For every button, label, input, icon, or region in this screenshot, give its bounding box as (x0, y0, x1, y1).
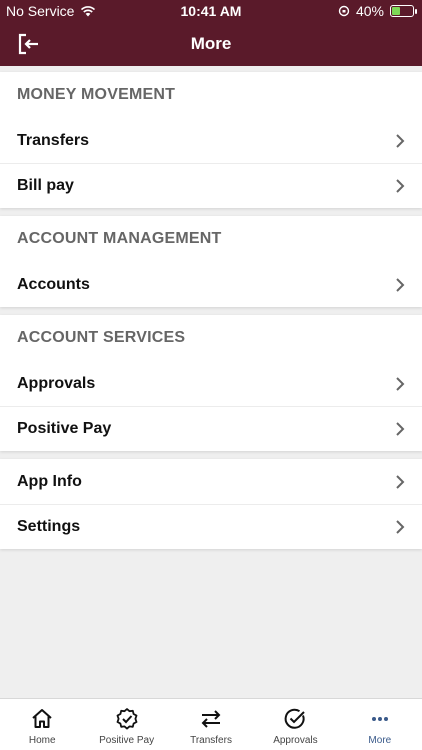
menu-item-positive-pay[interactable]: Positive Pay (0, 406, 422, 451)
tab-more[interactable]: More (338, 699, 422, 750)
menu-item-transfers[interactable]: Transfers (0, 118, 422, 163)
chevron-right-icon (396, 422, 405, 436)
section-app: App Info Settings (0, 459, 422, 549)
section-money-movement: MONEY MOVEMENT Transfers Bill pay (0, 72, 422, 208)
menu-item-label: App Info (17, 472, 82, 490)
menu-item-app-info[interactable]: App Info (0, 459, 422, 504)
chevron-right-icon (396, 376, 405, 391)
section-header: ACCOUNT MANAGEMENT (17, 230, 222, 247)
tab-positive-pay[interactable]: Positive Pay (84, 699, 168, 750)
tab-label: Home (28, 735, 56, 746)
battery-percent: 40% (355, 3, 384, 19)
menu-item-label: Settings (17, 518, 81, 535)
battery-icon (390, 5, 417, 17)
tab-label: Approvals (273, 735, 318, 746)
status-right: 40% (338, 3, 417, 19)
menu-item-bill-pay[interactable]: Bill pay (0, 163, 422, 208)
nav-bar: More (0, 24, 422, 66)
menu-list: MONEY MOVEMENT Transfers Bill pay ACCOUN… (0, 66, 422, 698)
top-bar: No Service 10:41 AM 40% More (0, 0, 422, 66)
section-header: MONEY MOVEMENT (17, 86, 176, 103)
menu-item-accounts[interactable]: Accounts (0, 262, 422, 307)
chevron-right-icon (396, 179, 405, 193)
menu-item-label: Approvals (17, 374, 96, 392)
chevron-right-icon (396, 133, 405, 148)
section-account-management: ACCOUNT MANAGEMENT Accounts (0, 216, 422, 307)
menu-item-label: Transfers (17, 131, 90, 149)
chevron-right-icon (396, 277, 405, 292)
orientation-lock-icon (338, 5, 350, 17)
battery-fill (392, 7, 400, 15)
chevron-right-icon (396, 520, 405, 534)
tab-label: Transfers (190, 735, 232, 746)
menu-item-label: Accounts (17, 275, 90, 293)
tab-home[interactable]: Home (0, 699, 84, 750)
transfer-arrows-icon (201, 710, 221, 728)
home-icon (32, 709, 52, 728)
tab-approvals[interactable]: Approvals (253, 699, 337, 750)
section-header: ACCOUNT SERVICES (17, 329, 186, 346)
section-account-services: ACCOUNT SERVICES Approvals Positive Pay (0, 315, 422, 451)
badge-check-icon (116, 708, 138, 730)
page-title: More (190, 34, 232, 53)
tab-label: Positive Pay (99, 735, 155, 746)
more-dots-icon (371, 717, 388, 721)
tab-bar: Home Positive Pay Transfers Approvals Mo… (0, 698, 422, 750)
chevron-right-icon (396, 474, 405, 489)
menu-item-label: Bill pay (17, 177, 74, 194)
status-bar: No Service 10:41 AM 40% (0, 0, 422, 24)
menu-item-approvals[interactable]: Approvals (0, 361, 422, 406)
tab-transfers[interactable]: Transfers (169, 699, 253, 750)
menu-item-settings[interactable]: Settings (0, 504, 422, 549)
tab-label: More (368, 735, 392, 746)
check-circle-icon (285, 708, 306, 729)
menu-item-label: Positive Pay (17, 420, 112, 437)
